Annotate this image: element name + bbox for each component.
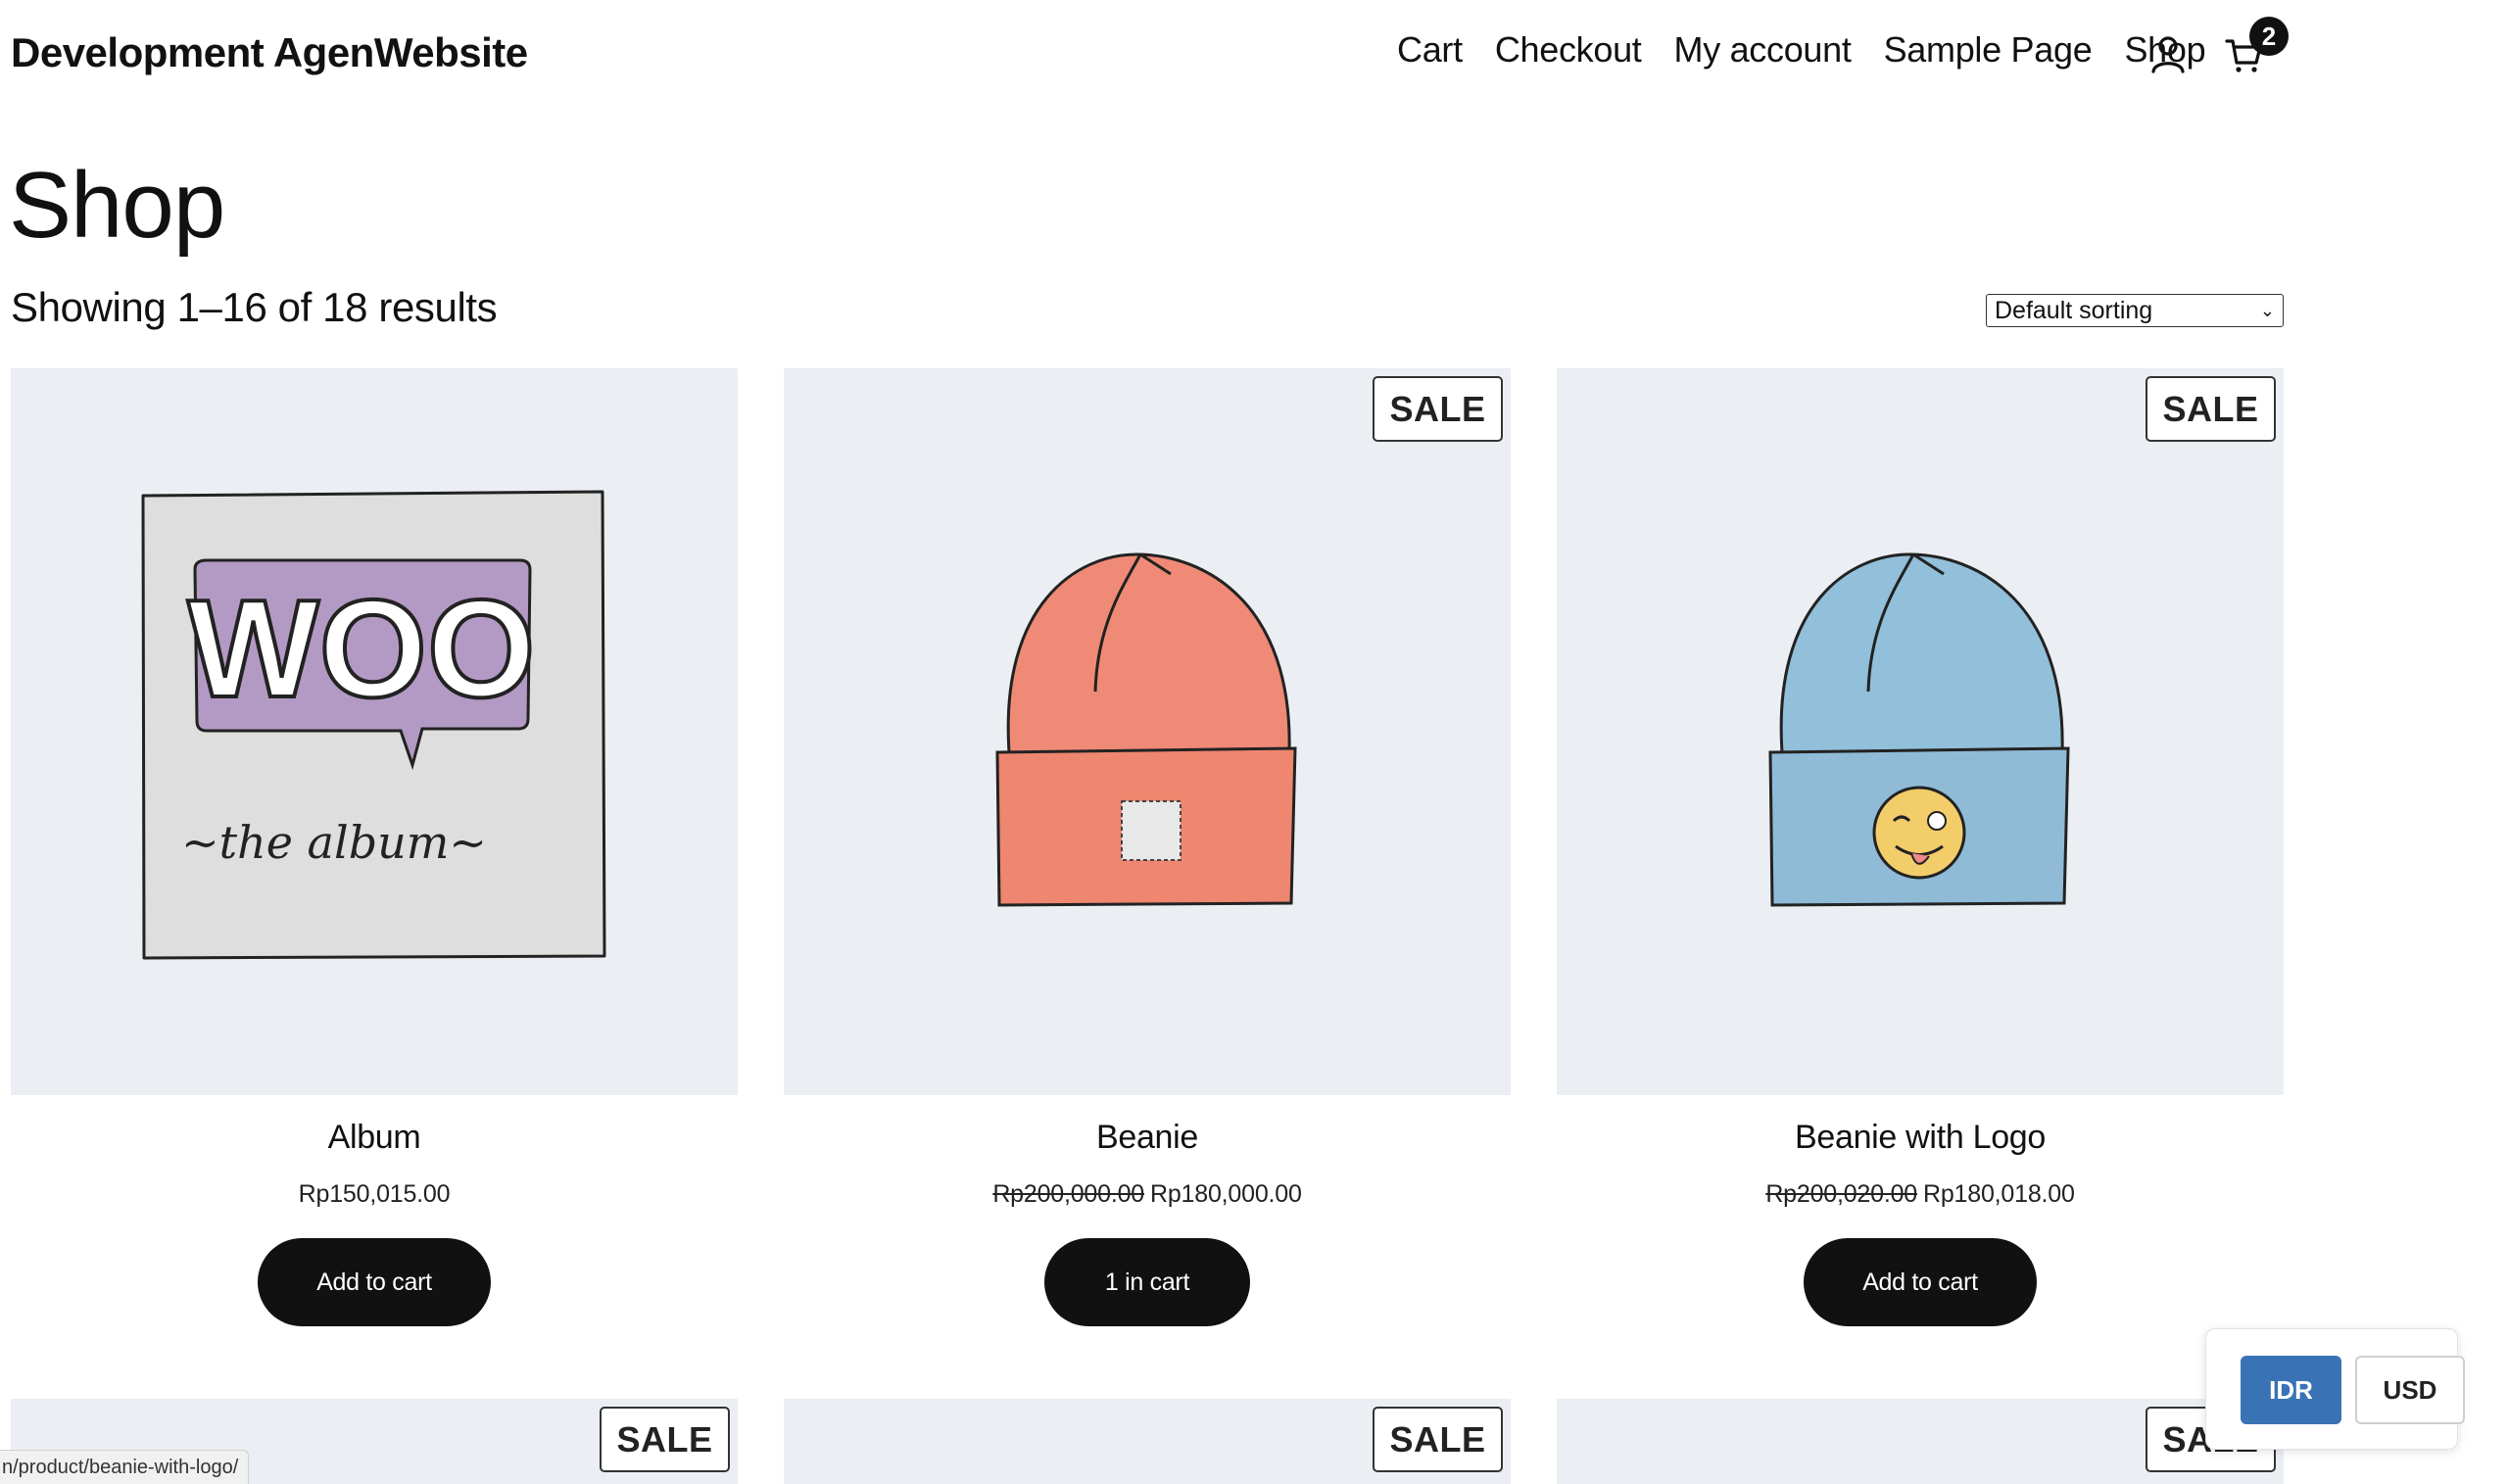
product-card-beanie: SALE Beanie Rp200,000.00 Rp180,000.00 1 i… xyxy=(784,368,1511,1326)
result-count: Showing 1–16 of 18 results xyxy=(11,284,498,330)
product-name[interactable]: Album xyxy=(11,1119,738,1157)
sale-badge: SALE xyxy=(1373,376,1503,442)
main-nav: Cart Checkout My account Sample Page Sho… xyxy=(1397,29,2206,71)
nav-checkout[interactable]: Checkout xyxy=(1495,29,1642,71)
add-to-cart-button[interactable]: Add to cart xyxy=(258,1238,491,1326)
sale-badge: SALE xyxy=(1373,1407,1503,1472)
product-name[interactable]: Beanie with Logo xyxy=(1557,1119,2284,1157)
product-image-row2-2[interactable]: SALE xyxy=(784,1399,1511,1484)
album-illustration: WOO ~the album~ xyxy=(141,490,606,960)
site-header: Development AgenWebsite Cart Checkout My… xyxy=(0,0,2289,110)
account-button[interactable] xyxy=(2144,27,2193,82)
product-current-price: Rp180,000.00 xyxy=(1150,1180,1302,1208)
page-title: Shop xyxy=(9,153,225,258)
product-price: Rp150,015.00 xyxy=(11,1180,738,1209)
product-current-price: Rp180,018.00 xyxy=(1923,1180,2075,1208)
add-to-cart-button[interactable]: Add to cart xyxy=(1804,1238,2037,1326)
product-image-beanie-with-logo[interactable]: SALE xyxy=(1557,368,2284,1095)
beanie-with-logo-illustration xyxy=(1768,552,2070,907)
product-image-beanie[interactable]: SALE xyxy=(784,368,1511,1095)
chevron-down-icon: ⌄ xyxy=(2259,300,2275,320)
user-icon xyxy=(2151,36,2185,73)
beanie-illustration xyxy=(995,552,1297,907)
product-image-album[interactable]: WOO ~the album~ xyxy=(11,368,738,1095)
product-card-album: WOO ~the album~ Album Rp150,015.00 Add t… xyxy=(11,368,738,1326)
sorting-select[interactable]: Default sorting ⌄ xyxy=(1986,294,2284,327)
nav-sample-page[interactable]: Sample Page xyxy=(1884,29,2093,71)
sale-badge: SALE xyxy=(2146,376,2276,442)
status-url: n/product/beanie-with-logo/ xyxy=(0,1450,250,1484)
sale-badge: SALE xyxy=(600,1407,730,1472)
product-regular-price: Rp200,000.00 xyxy=(992,1180,1144,1208)
svg-text:~the album~: ~the album~ xyxy=(181,816,487,869)
svg-text:WOO: WOO xyxy=(188,571,536,727)
currency-idr-button[interactable]: IDR xyxy=(2241,1356,2341,1424)
in-cart-button[interactable]: 1 in cart xyxy=(1043,1238,1251,1326)
product-regular-price: Rp200,020.00 xyxy=(1765,1180,1917,1208)
sorting-value: Default sorting xyxy=(1995,296,2153,324)
product-image-row2-3[interactable]: SALE xyxy=(1557,1399,2284,1484)
nav-cart[interactable]: Cart xyxy=(1397,29,1463,71)
currency-usd-button[interactable]: USD xyxy=(2355,1356,2465,1424)
nav-my-account[interactable]: My account xyxy=(1674,29,1852,71)
product-card-beanie-with-logo: SALE Beanie with Logo Rp200,020.00 Rp180,… xyxy=(1557,368,2284,1326)
product-name[interactable]: Beanie xyxy=(784,1119,1511,1157)
cart-count-badge: 2 xyxy=(2249,17,2289,56)
product-current-price: Rp150,015.00 xyxy=(298,1180,451,1208)
product-price: Rp200,020.00 Rp180,018.00 xyxy=(1557,1180,2284,1209)
site-title[interactable]: Development AgenWebsite xyxy=(11,29,528,76)
product-price: Rp200,000.00 Rp180,000.00 xyxy=(784,1180,1511,1209)
currency-switcher: IDR USD xyxy=(2205,1328,2465,1450)
